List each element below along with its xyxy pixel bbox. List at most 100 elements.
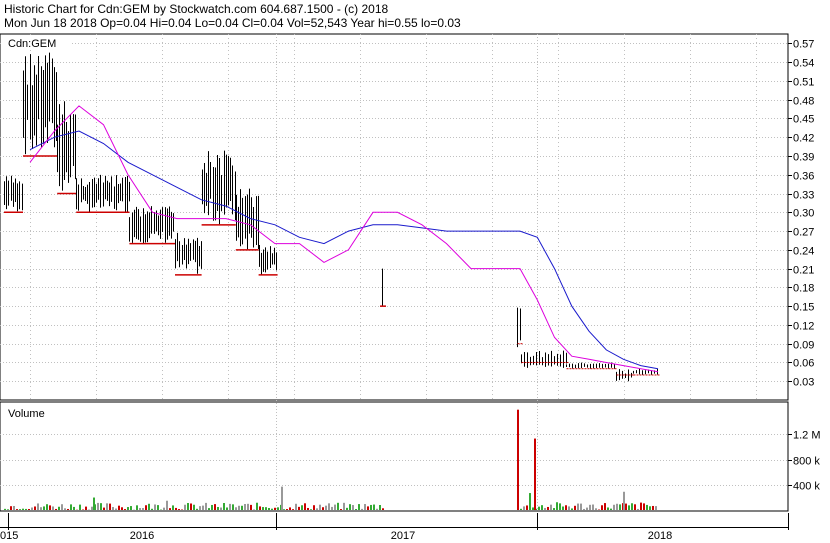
volume-bar <box>358 504 360 510</box>
volume-bar <box>37 503 39 510</box>
volume-bar <box>649 506 651 510</box>
price-tick-label: 0.39 <box>793 152 814 164</box>
volume-bar <box>544 507 546 510</box>
volume-bar <box>328 503 330 510</box>
volume-bar <box>31 507 33 510</box>
x-axis: 015 2016 2017 2018 <box>0 34 789 542</box>
volume-bar <box>616 503 618 510</box>
volume-bar <box>523 506 525 510</box>
volume-bar <box>613 504 615 510</box>
volume-bar <box>304 503 306 510</box>
volume-bar <box>214 504 216 510</box>
symbol-label: Cdn:GEM <box>8 38 56 50</box>
volume-bar <box>223 503 225 510</box>
volume-bar <box>625 503 627 510</box>
volume-bar <box>340 509 342 510</box>
volume-bar <box>157 505 159 510</box>
moving-average-short <box>29 105 659 373</box>
volume-panel-frame <box>0 401 789 512</box>
volume-bar <box>7 509 9 510</box>
volume-bar <box>271 508 273 510</box>
volume-bar <box>4 508 6 510</box>
price-tick-label: 0.57 <box>793 39 814 51</box>
volume-bar <box>556 502 558 510</box>
volume-bar <box>568 506 570 510</box>
volume-bar <box>163 507 165 510</box>
volume-bar <box>79 504 81 510</box>
volume-bar <box>241 505 243 510</box>
volume-bar <box>40 507 42 510</box>
volume-bar <box>205 502 207 510</box>
volume-bar <box>67 508 69 510</box>
volume-bar <box>103 507 105 510</box>
price-tick-label: 0.27 <box>793 227 814 239</box>
volume-bar <box>259 506 261 510</box>
price-tick-label: 0.33 <box>793 190 814 202</box>
volume-bar <box>139 508 141 510</box>
x-tick-label: 015 <box>0 530 18 542</box>
volume-bar <box>331 506 333 510</box>
volume-bar <box>532 507 534 510</box>
volume-bar <box>22 508 24 510</box>
price-tick-label: 0.18 <box>793 283 814 295</box>
volume-bar <box>349 504 351 510</box>
volume-bar <box>277 507 279 510</box>
volume-bar <box>289 507 291 510</box>
volume-bar <box>637 508 639 510</box>
volume-bar <box>607 507 609 510</box>
stock-chart: 0.57 0.54 0.51 0.48 0.45 0.42 0.39 0.36 0.33 0.30… <box>0 33 821 542</box>
volume-bar <box>70 504 72 510</box>
volume-bar <box>16 509 18 510</box>
volume-bar <box>166 500 168 510</box>
volume-bar <box>220 507 222 510</box>
price-tick-label: 0.48 <box>793 96 814 108</box>
volume-bar <box>124 509 126 510</box>
volume-bar <box>199 506 201 510</box>
volume-bar <box>154 504 156 510</box>
volume-bar <box>250 504 252 510</box>
volume-bar <box>229 503 231 510</box>
price-tick-label: 0.21 <box>793 265 814 277</box>
volume-bar <box>49 505 51 510</box>
volume-bar <box>310 509 312 510</box>
volume-label: Volume <box>8 408 45 420</box>
volume-bar <box>169 508 171 510</box>
volume-bar <box>628 505 630 510</box>
volume-bar <box>367 506 369 510</box>
volume-bar <box>538 506 540 510</box>
x-tick-label: 2017 <box>391 530 415 542</box>
volume-bar <box>43 506 45 510</box>
volume-bar <box>208 508 210 510</box>
volume-bar <box>106 503 108 510</box>
volume-bar <box>61 504 63 510</box>
volume-bar <box>187 503 189 510</box>
volume-bar <box>178 509 180 510</box>
volume-bar <box>364 504 366 510</box>
volume-bar <box>589 504 591 510</box>
price-tick-label: 0.03 <box>793 377 814 389</box>
volume-bar <box>376 508 378 510</box>
price-bars <box>4 52 660 382</box>
volume-bar <box>121 507 123 510</box>
volume-bar <box>281 486 283 510</box>
volume-bar <box>97 502 99 510</box>
volume-bar <box>274 507 276 510</box>
volume-bar <box>361 508 363 510</box>
volume-bar <box>292 509 294 510</box>
volume-bar <box>238 505 240 510</box>
volume-bar <box>640 502 642 510</box>
volume-bar <box>334 504 336 510</box>
volume-bar <box>604 503 606 510</box>
volume-bar <box>175 507 177 510</box>
volume-bar <box>28 508 30 510</box>
volume-bar <box>316 508 318 510</box>
volume-bar <box>541 505 543 510</box>
volume-bars <box>4 409 657 510</box>
volume-bar <box>610 508 612 510</box>
volume-bar <box>343 502 345 510</box>
volume-bar <box>652 505 654 510</box>
volume-bar <box>319 504 321 510</box>
price-tick-label: 0.42 <box>793 133 814 145</box>
volume-bar <box>172 505 174 510</box>
volume-bar <box>307 507 309 510</box>
